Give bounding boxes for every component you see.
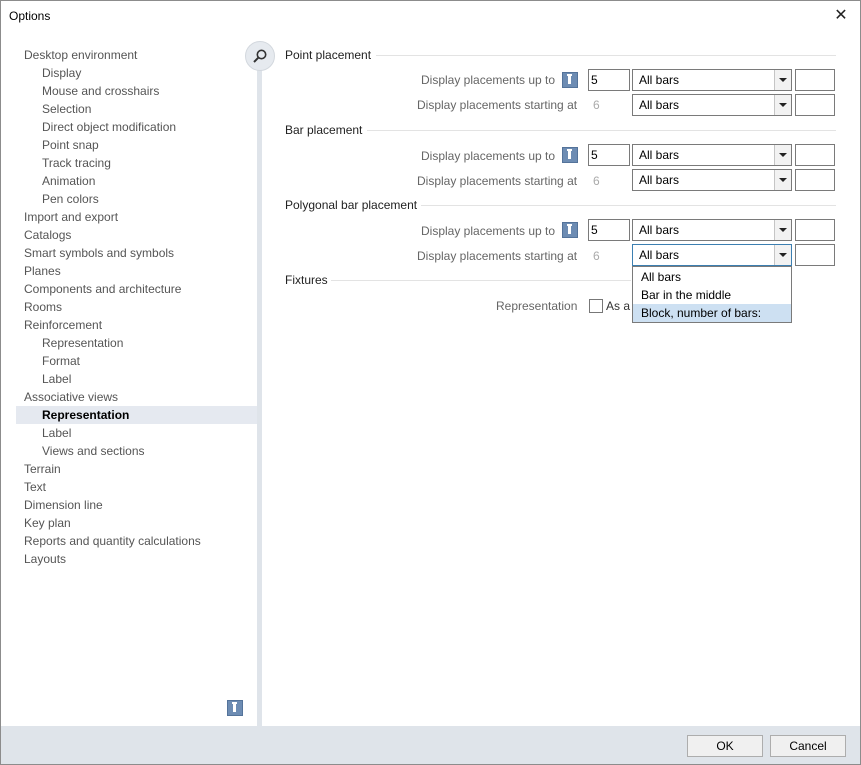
- point-up-to-combo[interactable]: All bars: [632, 69, 792, 91]
- dropdown-option[interactable]: Bar in the middle: [633, 286, 791, 304]
- sidebar-item[interactable]: Label: [16, 424, 71, 442]
- info-icon[interactable]: [227, 700, 243, 716]
- section-fixtures-title: Fixtures: [285, 273, 328, 287]
- sidebar-item[interactable]: Layouts: [16, 550, 66, 568]
- sidebar-item[interactable]: Terrain: [16, 460, 61, 478]
- polygonal-up-to-extra-input[interactable]: [795, 219, 835, 241]
- sidebar-item[interactable]: Views and sections: [16, 442, 145, 460]
- polygonal-starting-extra-input[interactable]: [795, 244, 835, 266]
- sidebar-item[interactable]: Representation: [16, 334, 123, 352]
- chevron-down-icon[interactable]: [774, 145, 791, 165]
- divider-line: [376, 55, 836, 56]
- polygonal-starting-combo[interactable]: All bars: [632, 244, 792, 266]
- chevron-down-icon[interactable]: [774, 95, 791, 115]
- point-up-to-extra-input[interactable]: [795, 69, 835, 91]
- sidebar-item[interactable]: Dimension line: [16, 496, 103, 514]
- chevron-down-icon[interactable]: [774, 70, 791, 90]
- close-icon[interactable]: ✕: [830, 5, 852, 27]
- chevron-down-icon[interactable]: [774, 220, 791, 240]
- point-starting-combo[interactable]: All bars: [632, 94, 792, 116]
- sidebar-item[interactable]: Planes: [16, 262, 61, 280]
- dropdown-option[interactable]: Block, number of bars:: [633, 304, 791, 322]
- fixtures-checkbox-label: As a: [606, 299, 631, 313]
- chevron-down-icon[interactable]: [774, 170, 791, 190]
- point-starting-label: Display placements starting at: [417, 98, 578, 112]
- sidebar-divider[interactable]: [257, 46, 262, 726]
- polygonal-starting-label: Display placements starting at: [417, 249, 578, 263]
- info-icon[interactable]: [562, 222, 578, 238]
- section-bar-placement-title: Bar placement: [285, 123, 363, 137]
- combo-value: All bars: [639, 173, 680, 187]
- divider-line: [331, 280, 631, 281]
- combo-value: All bars: [639, 98, 680, 112]
- sidebar-item[interactable]: Track tracing: [16, 154, 111, 172]
- polygonal-up-to-label: Display placements up to: [421, 224, 556, 238]
- sidebar-item[interactable]: Point snap: [16, 136, 99, 154]
- sidebar-item[interactable]: Text: [16, 478, 46, 496]
- bar-up-to-combo[interactable]: All bars: [632, 144, 792, 166]
- sidebar-item[interactable]: Import and export: [16, 208, 118, 226]
- options-nav-tree: Desktop environment Display Mouse and cros…: [16, 46, 257, 726]
- point-up-to-input[interactable]: 5: [588, 69, 630, 91]
- sidebar-item[interactable]: Display: [16, 64, 81, 82]
- cancel-button[interactable]: Cancel: [770, 735, 846, 757]
- combo-value: All bars: [639, 148, 680, 162]
- sidebar-item[interactable]: Reinforcement: [16, 316, 102, 334]
- sidebar-item[interactable]: Desktop environment: [16, 46, 137, 64]
- bar-starting-value: 6: [593, 174, 600, 188]
- bar-starting-extra-input[interactable]: [795, 169, 835, 191]
- title-bar: Options ✕: [1, 1, 860, 31]
- sidebar-item[interactable]: Pen colors: [16, 190, 99, 208]
- bar-starting-label: Display placements starting at: [417, 174, 578, 188]
- point-starting-extra-input[interactable]: [795, 94, 835, 116]
- section-point-placement-title: Point placement: [285, 48, 372, 62]
- sidebar-item[interactable]: Label: [16, 370, 71, 388]
- bars-dropdown-list: All bars Bar in the middle Block, number o…: [632, 266, 792, 323]
- search-button[interactable]: [245, 41, 275, 71]
- options-dialog: Options ✕ Desktop environment Display Mous…: [0, 0, 861, 765]
- sidebar-item[interactable]: Format: [16, 352, 80, 370]
- bar-up-to-label: Display placements up to: [421, 149, 556, 163]
- sidebar-item[interactable]: Catalogs: [16, 226, 71, 244]
- section-polygonal-placement-title: Polygonal bar placement: [285, 198, 418, 212]
- divider-line: [367, 130, 836, 131]
- sidebar-item[interactable]: Reports and quantity calculations: [16, 532, 201, 550]
- bar-up-to-extra-input[interactable]: [795, 144, 835, 166]
- combo-value: All bars: [639, 223, 680, 237]
- sidebar-item[interactable]: Direct object modification: [16, 118, 176, 136]
- combo-value: All bars: [639, 73, 680, 87]
- polygonal-starting-value: 6: [593, 249, 600, 263]
- sidebar-item[interactable]: Representation: [16, 406, 257, 424]
- bar-starting-combo[interactable]: All bars: [632, 169, 792, 191]
- chevron-down-icon[interactable]: [774, 245, 791, 265]
- fixtures-representation-label: Representation: [496, 299, 578, 313]
- sidebar-item[interactable]: Rooms: [16, 298, 62, 316]
- point-starting-value: 6: [593, 98, 600, 112]
- polygonal-up-to-input[interactable]: 5: [588, 219, 630, 241]
- sidebar-item[interactable]: Components and architecture: [16, 280, 181, 298]
- info-icon[interactable]: [562, 147, 578, 163]
- window-title: Options: [9, 9, 51, 23]
- bar-up-to-input[interactable]: 5: [588, 144, 630, 166]
- sidebar-item[interactable]: Key plan: [16, 514, 71, 532]
- divider-line: [421, 205, 836, 206]
- sidebar-item[interactable]: Selection: [16, 100, 91, 118]
- dropdown-option[interactable]: All bars: [633, 268, 791, 286]
- fixtures-checkbox[interactable]: [589, 299, 603, 313]
- polygonal-up-to-combo[interactable]: All bars: [632, 219, 792, 241]
- combo-value: All bars: [639, 248, 680, 262]
- sidebar-item[interactable]: Associative views: [16, 388, 118, 406]
- dialog-footer: OK Cancel: [1, 726, 860, 764]
- sidebar-item[interactable]: Mouse and crosshairs: [16, 82, 159, 100]
- search-icon: [253, 49, 267, 63]
- sidebar-item[interactable]: Smart symbols and symbols: [16, 244, 174, 262]
- info-icon[interactable]: [562, 72, 578, 88]
- sidebar-item[interactable]: Animation: [16, 172, 95, 190]
- ok-button[interactable]: OK: [687, 735, 763, 757]
- point-up-to-label: Display placements up to: [421, 73, 556, 87]
